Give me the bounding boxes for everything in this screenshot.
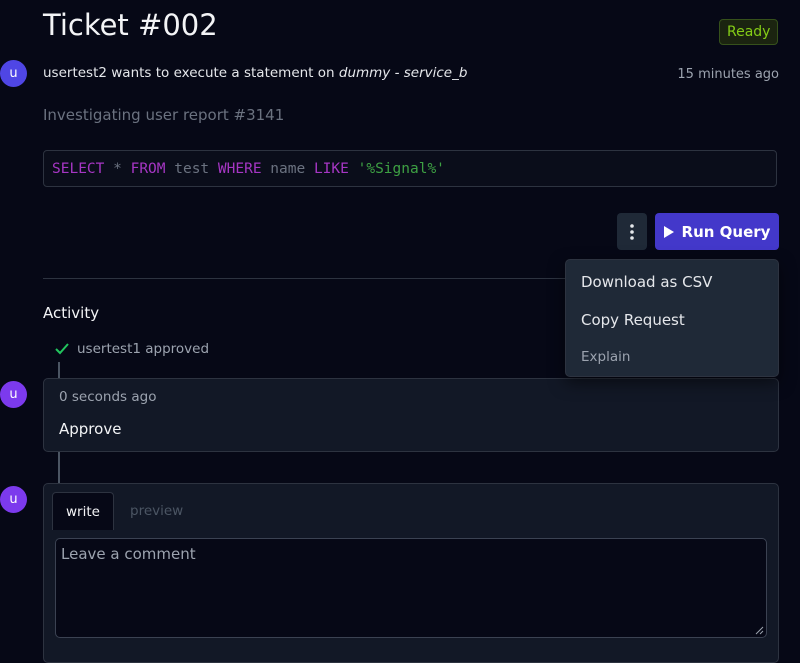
run-query-label: Run Query	[681, 222, 771, 241]
timeline-connector	[58, 362, 60, 378]
sql-token: LIKE	[313, 161, 349, 177]
run-query-button[interactable]: Run Query	[655, 213, 779, 250]
approval-event: usertest1 approved	[55, 341, 209, 357]
sql-token: SELECT	[52, 161, 105, 177]
comment-placeholder: Leave a comment	[61, 545, 196, 563]
comment-input[interactable]: Leave a comment	[55, 538, 767, 638]
sql-token: test	[165, 161, 218, 177]
sql-query-editor[interactable]: SELECT * FROM test WHERE name LIKE '%Sig…	[43, 150, 777, 187]
request-action-text: wants to execute a statement on	[106, 65, 339, 81]
comment-time: 0 seconds ago	[59, 389, 157, 405]
resize-handle-icon[interactable]	[755, 626, 764, 635]
sql-token: name	[261, 161, 314, 177]
tab-write[interactable]: write	[52, 492, 114, 530]
page-title: Ticket #002	[43, 8, 218, 42]
more-options-menu: Download as CSV Copy Request Explain	[565, 259, 779, 377]
commenter-avatar: u	[0, 381, 27, 408]
sql-token: WHERE	[217, 161, 262, 177]
request-timestamp: 15 minutes ago	[677, 67, 779, 82]
comment-body: Approve	[59, 420, 122, 438]
composer-avatar: u	[0, 486, 27, 513]
comment-card: 0 seconds ago Approve	[43, 378, 779, 452]
menu-item-download-csv[interactable]: Download as CSV	[581, 273, 712, 291]
check-icon	[55, 343, 69, 355]
sql-token: '%Signal%'	[357, 161, 445, 177]
play-icon	[663, 225, 674, 238]
tab-preview[interactable]: preview	[130, 503, 183, 519]
menu-item-copy-request[interactable]: Copy Request	[581, 311, 685, 329]
ticket-description: Investigating user report #3141	[43, 106, 285, 124]
menu-item-explain[interactable]: Explain	[581, 349, 630, 365]
requester-name: usertest2	[43, 65, 107, 81]
target-service: dummy - service_b	[338, 65, 468, 81]
approval-text: usertest1 approved	[77, 341, 210, 357]
vertical-ellipsis-icon	[630, 223, 634, 240]
sql-token: FROM	[130, 161, 166, 177]
timeline-connector	[58, 452, 60, 483]
more-options-button[interactable]	[617, 213, 647, 250]
request-summary: usertest2 wants to execute a statement o…	[43, 65, 467, 81]
status-badge: Ready	[719, 19, 779, 45]
requester-avatar: u	[0, 60, 27, 87]
activity-heading: Activity	[43, 304, 100, 322]
sql-token: *	[104, 161, 131, 177]
